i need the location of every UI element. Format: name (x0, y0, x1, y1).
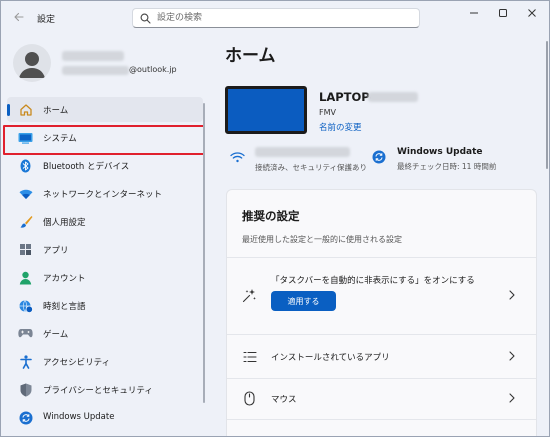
back-arrow-icon (14, 12, 24, 22)
device-name: LAPTOP- (319, 90, 375, 104)
apply-button[interactable]: 適用する (271, 291, 336, 311)
search-input[interactable] (157, 10, 412, 26)
sidebar-item-label: アプリ (43, 246, 69, 256)
back-button[interactable] (9, 7, 29, 27)
recommended-row-installed-apps[interactable]: インストールされているアプリ (227, 335, 536, 378)
sidebar-item-label: アクセシビリティ (43, 358, 111, 368)
sidebar-item-windows-update[interactable]: Windows Update (7, 405, 203, 430)
sidebar-item-label: システム (43, 134, 77, 144)
sidebar-item-label: アカウント (43, 274, 86, 284)
sidebar-item-privacy-security[interactable]: プライバシーとセキュリティ (7, 377, 203, 402)
sidebar-item-accounts[interactable]: アカウント (7, 265, 203, 290)
sidebar-item-network[interactable]: ネットワークとインターネット (7, 181, 203, 206)
accessibility-icon (18, 354, 33, 369)
mouse-icon (242, 391, 257, 406)
minimize-icon (470, 12, 478, 14)
sidebar-item-label: Windows Update (43, 412, 115, 422)
wifi-icon (18, 186, 33, 201)
sidebar-item-system[interactable]: システム (7, 125, 203, 150)
recommended-row-taskbar[interactable]: 「タスクバーを自動的に非表示にする」をオンにする 適用する (227, 258, 536, 334)
recommended-row-label: 「タスクバーを自動的に非表示にする」をオンにする (271, 276, 475, 286)
chevron-right-icon (509, 393, 515, 403)
recommended-title: 推奨の設定 (242, 209, 300, 223)
sparkle-icon (242, 288, 257, 303)
windows-update-status: 最終チェック日時: 11 時間前 (397, 162, 497, 171)
sidebar-item-label: 時刻と言語 (43, 302, 86, 312)
device-name-redacted (368, 92, 418, 102)
brush-icon (18, 214, 33, 229)
apps-icon (18, 242, 33, 257)
home-icon (18, 102, 33, 117)
search-box[interactable] (132, 8, 420, 28)
divider (227, 419, 536, 420)
settings-window: 設定 @out (0, 0, 550, 437)
sidebar-item-apps[interactable]: アプリ (7, 237, 203, 262)
device-thumbnail (225, 86, 307, 134)
sidebar-item-gaming[interactable]: ゲーム (7, 321, 203, 346)
sidebar-item-time-language[interactable]: 時刻と言語 (7, 293, 203, 318)
search-icon (140, 13, 151, 24)
profile-name-redacted (62, 51, 124, 61)
main-scrollbar[interactable] (546, 41, 548, 169)
wifi-icon (230, 152, 245, 163)
sidebar-item-bluetooth[interactable]: Bluetooth とデバイス (7, 153, 203, 178)
sidebar-item-label: プライバシーとセキュリティ (43, 386, 153, 396)
active-indicator (7, 104, 10, 116)
sidebar-item-personalization[interactable]: 個人用設定 (7, 209, 203, 234)
recommended-subtitle: 最近使用した設定と一般的に使用される設定 (242, 235, 402, 244)
sidebar-item-label: 個人用設定 (43, 218, 86, 228)
rename-link[interactable]: 名前の変更 (319, 121, 362, 133)
network-name-redacted (255, 147, 350, 157)
update-icon (372, 150, 386, 164)
profile-email-redacted (62, 66, 129, 75)
account-icon (18, 270, 33, 285)
sidebar-scrollbar[interactable] (203, 103, 205, 403)
shield-icon (18, 382, 33, 397)
close-icon (528, 9, 536, 17)
sidebar-item-label: Bluetooth とデバイス (43, 162, 130, 172)
device-brand: FMV (319, 108, 336, 117)
recommended-row-label: インストールされているアプリ (271, 353, 390, 363)
recommended-row-label: マウス (271, 395, 297, 405)
list-icon (242, 349, 257, 364)
network-status: 接続済み、セキュリティ保護あり (255, 163, 368, 172)
maximize-button[interactable] (488, 3, 518, 23)
page-title: ホーム (225, 46, 276, 66)
sidebar-item-label: ホーム (43, 106, 69, 116)
globe-clock-icon (18, 298, 33, 313)
update-icon (18, 410, 33, 425)
sidebar-item-home[interactable]: ホーム (7, 97, 203, 122)
gamepad-icon (18, 326, 33, 341)
sidebar-item-label: ネットワークとインターネット (43, 190, 163, 200)
title-bar: 設定 (1, 1, 549, 35)
chevron-right-icon (509, 351, 515, 361)
chevron-right-icon (509, 290, 515, 300)
recommended-row-mouse[interactable]: マウス (227, 379, 536, 419)
app-title: 設定 (37, 15, 56, 25)
sidebar-item-accessibility[interactable]: アクセシビリティ (7, 349, 203, 374)
windows-update-title[interactable]: Windows Update (397, 147, 483, 157)
bluetooth-icon (18, 158, 33, 173)
close-button[interactable] (517, 3, 547, 23)
display-icon (18, 130, 33, 145)
avatar[interactable] (13, 44, 51, 82)
profile-email: @outlook.jp (129, 65, 177, 74)
sidebar-item-label: ゲーム (43, 330, 69, 340)
user-icon (19, 52, 45, 78)
maximize-icon (499, 9, 507, 17)
minimize-button[interactable] (459, 3, 489, 23)
